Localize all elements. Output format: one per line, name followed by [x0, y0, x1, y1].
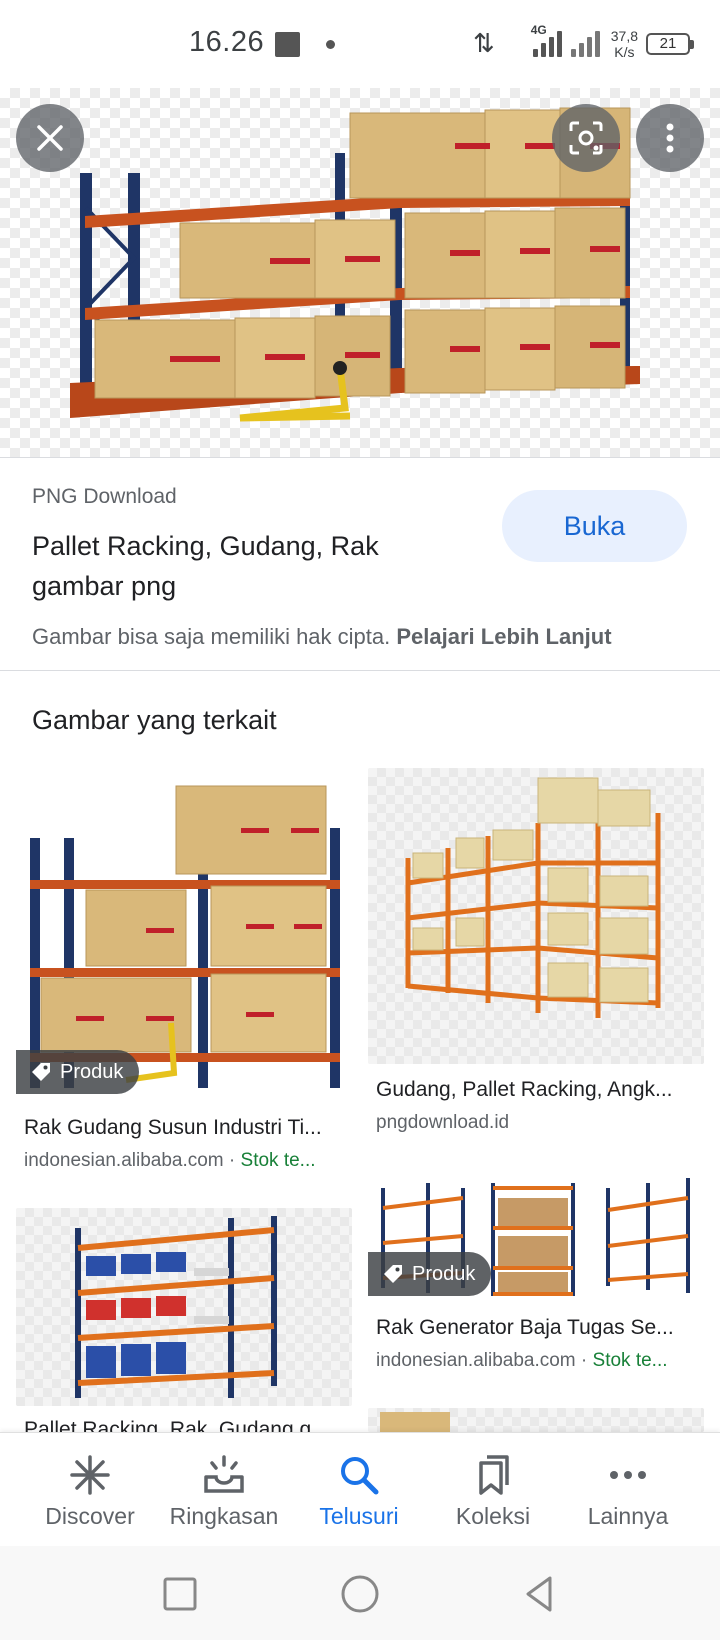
notification-icon — [275, 32, 300, 57]
nav-label: Ringkasan — [169, 1503, 279, 1529]
image-title[interactable]: Pallet Racking, Gudang, Rak gambar png — [32, 526, 452, 606]
lens-button[interactable] — [552, 104, 620, 172]
stock-status: Stok te... — [592, 1350, 668, 1371]
data-transfer-icon: ⇅ — [472, 29, 495, 59]
nav-lainnya[interactable]: Lainnya — [558, 1433, 698, 1547]
tag-icon — [32, 1063, 50, 1081]
blue-bin-rack-thumb — [75, 1216, 277, 1398]
copyright-text: Gambar bisa saja memiliki hak cipta. — [32, 624, 391, 649]
related-heading: Gambar yang terkait — [32, 705, 277, 735]
related-title-1[interactable]: Rak Gudang Susun Industri Ti... — [24, 1116, 346, 1140]
search-icon — [341, 1457, 379, 1495]
tag-icon — [384, 1265, 402, 1283]
orange-rack-thumb — [405, 777, 661, 1018]
source-separator: · — [575, 1350, 593, 1371]
partial-thumb — [380, 1412, 450, 1432]
nav-koleksi[interactable]: Koleksi — [423, 1433, 563, 1547]
speed-unit: K/s — [614, 44, 635, 60]
signal-icon: 4G — [503, 23, 603, 59]
nav-discover[interactable]: Discover — [20, 1433, 160, 1547]
close-button[interactable] — [16, 104, 84, 172]
network-type: 4G — [530, 23, 547, 37]
learn-more-link[interactable]: Pelajari Lebih Lanjut — [396, 624, 611, 649]
related-source-2: pngdownload.id — [376, 1112, 696, 1134]
speed-value: 37,8 — [610, 28, 638, 44]
related-title-4[interactable]: Pallet Racking, Rak, Gudang g... — [24, 1418, 346, 1432]
nav-label: Telusuri — [319, 1503, 399, 1529]
system-navigation-bar — [0, 1546, 720, 1640]
source-domain: indonesian.alibaba.com — [376, 1350, 576, 1371]
more-vertical-icon — [666, 123, 674, 153]
nav-label: Lainnya — [587, 1503, 669, 1529]
status-time: 16.26 — [189, 26, 265, 58]
nav-ringkasan[interactable]: Ringkasan — [154, 1433, 294, 1547]
image-source: PNG Download — [32, 485, 177, 508]
stock-status: Stok te... — [240, 1150, 316, 1171]
open-button[interactable]: Buka — [502, 490, 687, 562]
related-thumb-5[interactable] — [368, 1408, 704, 1432]
related-title-3[interactable]: Rak Generator Baja Tugas Se... — [376, 1316, 696, 1340]
bookmarks-icon — [479, 1455, 509, 1495]
product-badge: Produk — [16, 1050, 140, 1094]
product-badge: Produk — [368, 1252, 492, 1296]
related-source-3: indonesian.alibaba.com · Stok te... — [376, 1350, 696, 1372]
recents-icon[interactable] — [156, 1570, 204, 1618]
related-thumb-3[interactable] — [16, 1208, 352, 1406]
source-domain: indonesian.alibaba.com — [24, 1150, 224, 1171]
related-thumb-2[interactable] — [368, 768, 704, 1064]
nav-label: Koleksi — [455, 1503, 531, 1529]
nav-telusuri[interactable]: Telusuri — [289, 1433, 429, 1547]
status-indicators: ⇅ 4G 37,8 K/s 21 — [472, 23, 694, 64]
battery-icon: 21 — [646, 33, 694, 55]
nav-label: Discover — [45, 1503, 135, 1529]
home-icon[interactable] — [336, 1570, 384, 1618]
asterisk-icon — [70, 1455, 110, 1495]
badge-label: Produk — [60, 1060, 124, 1083]
notification-dot-icon — [326, 40, 335, 49]
source-domain: pngdownload.id — [376, 1112, 510, 1133]
related-source-1: indonesian.alibaba.com · Stok te... — [24, 1150, 346, 1172]
copyright-notice: Gambar bisa saja memiliki hak cipta. Pel… — [32, 624, 612, 650]
hero-divider — [0, 457, 720, 458]
lens-icon — [569, 121, 603, 155]
related-title-2[interactable]: Gudang, Pallet Racking, Angk... — [376, 1078, 696, 1102]
section-divider — [0, 670, 720, 671]
source-separator: · — [223, 1150, 241, 1171]
inbox-sparkle-icon — [204, 1455, 244, 1493]
badge-label: Produk — [412, 1262, 476, 1285]
close-icon — [37, 125, 63, 151]
network-speed: 37,8 K/s — [611, 28, 638, 60]
status-bar: 16.26 ⇅ 4G 37,8 K/s 21 — [0, 0, 720, 88]
more-horizontal-icon — [610, 1471, 646, 1479]
bottom-navigation: Discover Ringkasan Telusuri Koleksi Lain… — [0, 1432, 720, 1546]
more-options-button[interactable] — [636, 104, 704, 172]
back-icon[interactable] — [516, 1570, 564, 1618]
